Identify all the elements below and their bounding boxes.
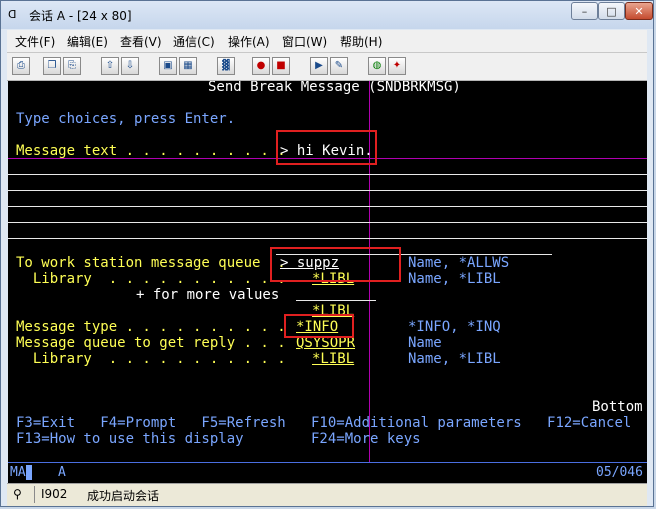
message-text-label: Message text . . . . . . . . . . (16, 143, 286, 159)
keypad-icon[interactable]: ▦ (179, 57, 197, 75)
settings-icon[interactable]: ✦ (388, 57, 406, 75)
input-line (8, 206, 647, 207)
oia-cursor-block (26, 465, 32, 480)
message-type-hint: *INFO, *INQ (408, 319, 501, 335)
library3-input[interactable]: *LIBL (312, 351, 354, 367)
maximize-button[interactable]: □ (598, 2, 625, 20)
send-file-icon[interactable]: ⇧ (101, 57, 119, 75)
window-title: 会话 A - [24 x 80] (29, 9, 132, 23)
chart-icon[interactable]: ▓ (217, 57, 235, 75)
edit-macro-icon[interactable]: ✎ (330, 57, 348, 75)
record-macro-icon[interactable]: ● (252, 57, 270, 75)
oia-session: A (58, 465, 66, 480)
input-line (8, 222, 647, 223)
message-type-label: Message type . . . . . . . . . . (16, 319, 286, 335)
display-icon[interactable]: ▣ (159, 57, 177, 75)
terminal-screen[interactable]: Send Break Message (SNDBRKMSG) Type choi… (8, 81, 647, 462)
print-screen-icon[interactable]: ⎙ (12, 57, 30, 75)
status-bar: ⚲ I902 成功启动会话 (7, 483, 647, 506)
receive-file-icon[interactable]: ⇩ (121, 57, 139, 75)
input-line (8, 190, 647, 191)
copy-icon[interactable]: ❐ (43, 57, 61, 75)
highlight-box-type (284, 314, 354, 338)
highlight-box-queue (270, 247, 401, 282)
menu-edit[interactable]: 编辑(E) (67, 33, 108, 50)
stop-macro-icon[interactable]: ■ (272, 57, 290, 75)
library1-hint: Name, *LIBL (408, 271, 501, 287)
emulator-window: ᗡ 会话 A - [24 x 80] – □ ✕ 文件(F) 编辑(E) 查看(… (0, 0, 654, 507)
menu-bar: 文件(F) 编辑(E) 查看(V) 通信(C) 操作(A) 窗口(W) 帮助(H… (7, 30, 647, 53)
menu-window[interactable]: 窗口(W) (282, 33, 327, 50)
menu-view[interactable]: 查看(V) (120, 33, 162, 50)
close-button[interactable]: ✕ (625, 2, 653, 20)
toolbar: ⎙ ❐ ⎘ ⇧ ⇩ ▣ ▦ ▓ ● ■ ▶ ✎ ◍ ✦ (7, 53, 647, 81)
input-line (8, 174, 647, 175)
globe-icon[interactable]: ◍ (368, 57, 386, 75)
more-values-line (296, 300, 376, 301)
library3-label: Library . . . . . . . . . . . (16, 351, 286, 367)
to-queue-hint: Name, *ALLWS (408, 255, 510, 271)
status-icon: ⚲ (13, 487, 22, 501)
function-keys-row2: F13=How to use this display F24=More key… (16, 431, 421, 447)
more-values-text: + for more values (136, 287, 280, 303)
highlight-box-message (276, 130, 377, 165)
status-message: 成功启动会话 (87, 489, 160, 503)
function-keys-row1: F3=Exit F4=Prompt F5=Refresh F10=Additio… (16, 415, 632, 431)
reply-queue-label: Message queue to get reply . . . (16, 335, 286, 351)
oia-mode: MA (10, 465, 26, 480)
title-bar[interactable]: ᗡ 会话 A - [24 x 80] – □ ✕ (1, 1, 653, 29)
menu-help[interactable]: 帮助(H) (340, 33, 382, 50)
menu-actions[interactable]: 操作(A) (228, 33, 270, 50)
instruction-text: Type choices, press Enter. (16, 111, 236, 127)
library1-label: Library . . . . . . . . . . . (16, 271, 286, 287)
menu-file[interactable]: 文件(F) (15, 33, 55, 50)
app-icon: ᗡ (8, 8, 17, 21)
operator-info-area: MA A 05/046 (8, 462, 647, 483)
minimize-button[interactable]: – (571, 2, 598, 20)
reply-queue-hint: Name (408, 335, 442, 351)
to-queue-label: To work station message queue . (16, 255, 286, 271)
menu-comm[interactable]: 通信(C) (173, 33, 215, 50)
input-line (8, 238, 647, 239)
bottom-indicator: Bottom (592, 399, 643, 415)
screen-header: Send Break Message (SNDBRKMSG) (208, 81, 461, 95)
status-message-id: I902 (41, 487, 68, 501)
oia-cursor-position: 05/046 (596, 465, 643, 480)
library3-hint: Name, *LIBL (408, 351, 501, 367)
status-separator (34, 486, 35, 503)
paste-icon[interactable]: ⎘ (63, 57, 81, 75)
play-macro-icon[interactable]: ▶ (310, 57, 328, 75)
